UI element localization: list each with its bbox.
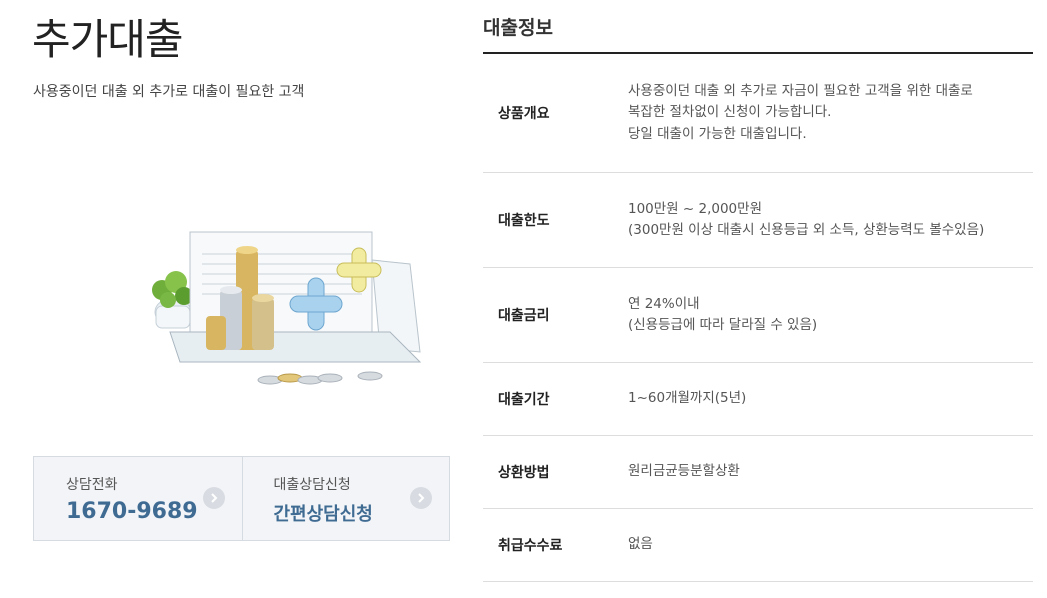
row-value: 원리금균등분할상환 bbox=[628, 461, 1033, 483]
loan-apply-button[interactable]: 대출상담신청 간편상담신청 bbox=[241, 457, 450, 540]
loan-info-panel: 대출정보 상품개요 사용중이던 대출 외 추가로 자금이 필요한 고객을 위한 … bbox=[483, 0, 1033, 598]
table-row: 상품개요 사용중이던 대출 외 추가로 자금이 필요한 고객을 위한 대출로 복… bbox=[483, 54, 1033, 173]
table-row: 상환방법 원리금균등분할상환 bbox=[483, 436, 1033, 509]
row-label: 상환방법 bbox=[498, 465, 550, 481]
row-value-line: 100만원 ~ 2,000만원 bbox=[628, 200, 762, 217]
page-subtitle: 사용중이던 대출 외 추가로 대출이 필요한 고객 bbox=[33, 84, 305, 100]
table-row: 대출금리 연 24%이내 (신용등급에 따라 달라질 수 있음) bbox=[483, 268, 1033, 363]
row-value: 사용중이던 대출 외 추가로 자금이 필요한 고객을 위한 대출로 복잡한 절차… bbox=[628, 81, 1033, 146]
table-row: 취급수수료 없음 bbox=[483, 509, 1033, 582]
chevron-right-icon bbox=[202, 487, 225, 509]
row-value-line: 원리금균등분할상환 bbox=[628, 463, 740, 480]
loan-info-table: 상품개요 사용중이던 대출 외 추가로 자금이 필요한 고객을 위한 대출로 복… bbox=[483, 52, 1033, 582]
chevron-right-icon bbox=[410, 487, 432, 509]
row-value-line: 복잡한 절차없이 신청이 가능합니다. bbox=[628, 104, 832, 121]
row-value: 100만원 ~ 2,000만원 (300만원 이상 대출시 신용등급 외 소득,… bbox=[628, 199, 1033, 242]
row-label: 상품개요 bbox=[498, 106, 550, 122]
row-value-line: 없음 bbox=[628, 536, 653, 553]
loan-illustration bbox=[152, 231, 422, 385]
row-value: 연 24%이내 (신용등급에 따라 달라질 수 있음) bbox=[628, 294, 1033, 337]
page-title: 추가대출 bbox=[32, 15, 184, 64]
plant-icon bbox=[152, 271, 193, 329]
row-value-line: 1~60개월까지(5년) bbox=[628, 390, 747, 407]
table-row: 대출기간 1~60개월까지(5년) bbox=[483, 363, 1033, 436]
row-value-line: 연 24%이내 bbox=[628, 295, 700, 312]
row-label: 대출기간 bbox=[498, 392, 550, 408]
row-value-line: (신용등급에 따라 달라질 수 있음) bbox=[628, 317, 818, 333]
row-label: 대출한도 bbox=[498, 213, 550, 229]
row-value: 없음 bbox=[628, 534, 1033, 556]
product-summary-panel: 추가대출 사용중이던 대출 외 추가로 대출이 필요한 고객 상담전화 1670… bbox=[0, 0, 470, 598]
row-label: 대출금리 bbox=[498, 308, 550, 324]
row-value-line: 당일 대출이 가능한 대출입니다. bbox=[628, 125, 807, 142]
page: 추가대출 사용중이던 대출 외 추가로 대출이 필요한 고객 상담전화 1670… bbox=[0, 0, 1047, 598]
section-title: 대출정보 bbox=[483, 17, 553, 39]
contact-box: 상담전화 1670-9689 대출상담신청 간편상담신청 bbox=[33, 456, 450, 541]
row-label: 취급수수료 bbox=[498, 538, 563, 554]
row-value-line: 사용중이던 대출 외 추가로 자금이 필요한 고객을 위한 대출로 bbox=[628, 82, 973, 99]
row-value-line: (300만원 이상 대출시 신용등급 외 소득, 상환능력도 볼수있음) bbox=[628, 222, 985, 238]
phone-consult-button[interactable]: 상담전화 1670-9689 bbox=[34, 457, 242, 540]
loose-coins-icon bbox=[257, 371, 383, 385]
table-row: 대출한도 100만원 ~ 2,000만원 (300만원 이상 대출시 신용등급 … bbox=[483, 173, 1033, 268]
row-value: 1~60개월까지(5년) bbox=[628, 388, 1033, 410]
